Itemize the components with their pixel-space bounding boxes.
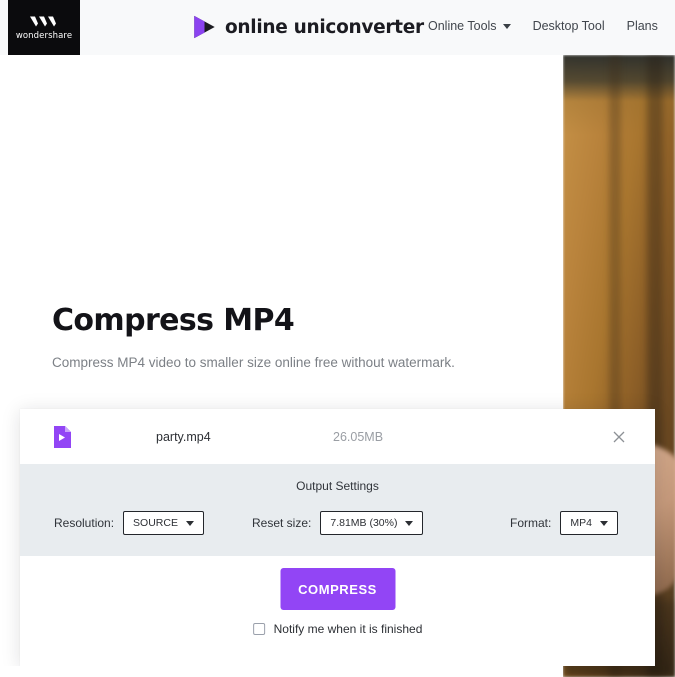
resolution-setting: Resolution: SOURCE — [54, 511, 204, 535]
chevron-down-icon — [599, 520, 608, 526]
wondershare-w-icon — [30, 16, 56, 26]
reset-size-dropdown[interactable]: 7.81MB (30%) — [320, 511, 424, 535]
reset-size-setting: Reset size: 7.81MB (30%) — [252, 511, 424, 535]
chevron-down-icon — [185, 520, 194, 526]
nav-item-desktop-tool[interactable]: Desktop Tool — [533, 19, 605, 33]
notify-checkbox[interactable] — [252, 623, 265, 635]
output-settings-title: Output Settings — [296, 479, 379, 493]
page-root: wondershare online uniconverter Online T… — [0, 0, 675, 677]
nav-item-label: Plans — [626, 19, 658, 33]
page-bottom-fill — [0, 666, 563, 677]
format-value: MP4 — [570, 517, 592, 529]
compress-button[interactable]: COMPRESS — [280, 568, 395, 610]
chevron-down-icon — [405, 520, 414, 526]
nav-item-online-tools[interactable]: Online Tools — [428, 19, 511, 33]
compress-panel: party.mp4 26.05MB Output Settings Resolu… — [20, 409, 655, 666]
actions-section: COMPRESS Notify me when it is finished — [20, 556, 655, 666]
nav-item-label: Desktop Tool — [532, 19, 605, 33]
site-header: wondershare online uniconverter Online T… — [0, 0, 675, 55]
resolution-value: SOURCE — [133, 517, 178, 529]
file-row: party.mp4 26.05MB — [20, 409, 655, 464]
file-size: 26.05MB — [333, 429, 384, 444]
format-setting: Format: MP4 — [510, 511, 618, 535]
reset-size-label: Reset size: — [252, 516, 312, 530]
nav-item-label: Online Tools — [428, 19, 497, 33]
reset-size-value: 7.81MB (30%) — [330, 517, 398, 529]
output-settings-section: Output Settings Resolution: SOURCE Reset… — [20, 464, 655, 556]
notify-row: Notify me when it is finished — [252, 622, 423, 636]
product-logo-text: online uniconverter — [225, 16, 424, 38]
file-name: party.mp4 — [156, 429, 211, 444]
resolution-label: Resolution: — [54, 516, 115, 530]
chevron-down-icon — [502, 23, 511, 29]
main-nav: Online Tools Desktop Tool Plans — [428, 19, 658, 33]
close-icon[interactable] — [611, 429, 627, 445]
nav-item-plans[interactable]: Plans — [627, 19, 658, 33]
resolution-dropdown[interactable]: SOURCE — [123, 511, 204, 535]
notify-label[interactable]: Notify me when it is finished — [274, 622, 423, 636]
video-file-icon — [54, 425, 71, 448]
format-label: Format: — [510, 516, 552, 530]
wondershare-brand-label: wondershare — [15, 30, 73, 41]
play-triangle-icon — [194, 15, 215, 39]
page-subtitle: Compress MP4 video to smaller size onlin… — [52, 355, 455, 370]
page-title: Compress MP4 — [52, 303, 295, 338]
product-logo[interactable]: online uniconverter — [192, 14, 424, 40]
format-dropdown[interactable]: MP4 — [560, 511, 618, 535]
wondershare-brand-block[interactable]: wondershare — [8, 0, 80, 55]
